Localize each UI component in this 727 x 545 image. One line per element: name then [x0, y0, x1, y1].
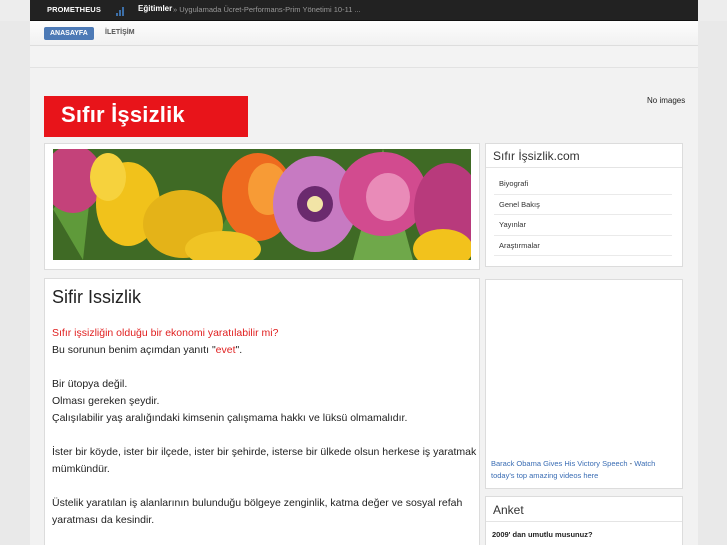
sidebar-item-biyografi[interactable]: Biyografi: [494, 174, 672, 195]
answer-suffix: ".: [235, 344, 243, 356]
sidebar-item-arastirmalar[interactable]: Araştırmalar: [494, 236, 672, 256]
article-line: Üstelik yaratılan iş alanlarının bulundu…: [52, 497, 463, 509]
main-nav: ANASAYFA İLETİŞİM: [30, 21, 698, 46]
article-line: Bir ütopya değil.: [52, 378, 128, 390]
article-body: Sıfır işsizliğin olduğu bir ekonomi yara…: [52, 325, 477, 529]
banner-panel: [44, 143, 480, 270]
content-panel: Sifir Issizlik Sıfır işsizliğin olduğu b…: [44, 278, 480, 545]
ticker-text[interactable]: » Uygulamada Ücret-Performans-Prim Yönet…: [173, 5, 361, 14]
nav-contact-link[interactable]: İLETİŞİM: [105, 29, 135, 36]
sidebar-menu-panel: Sıfır İşsizlik.com Biyografi Genel Bakış…: [485, 143, 683, 267]
article-line: Çalışılabilir yaş aralığındaki kimsenin …: [52, 412, 408, 424]
sidebar-item-genel-bakis[interactable]: Genel Bakış: [494, 195, 672, 215]
rss-icon: [116, 7, 126, 16]
article-line: yaratması da kesindir.: [52, 514, 155, 526]
top-bar-inner: PROMETHEUS Eğitimler » Uygulamada Ücret-…: [30, 0, 698, 21]
tulips-banner-image: [53, 149, 471, 260]
article-question: Sıfır işsizliğin olduğu bir ekonomi yara…: [52, 327, 279, 339]
poll-question: 2009' dan umutlu musunuz?: [492, 530, 593, 539]
nav-home-button[interactable]: ANASAYFA: [44, 27, 94, 40]
site-brand[interactable]: PROMETHEUS: [47, 5, 101, 14]
article-line: Olması gereken şeydir.: [52, 395, 160, 407]
no-images-text: No images: [647, 96, 686, 105]
sidebar-menu: Biyografi Genel Bakış Yayınlar Araştırma…: [494, 174, 672, 256]
article-answer-line: Bu sorunun benim açımdan yanıtı "evet".: [52, 344, 243, 356]
video-panel: Barack Obama Gives His Victory Speech - …: [485, 279, 683, 489]
poll-panel: Anket 2009' dan umutlu musunuz?: [485, 496, 683, 545]
sidebar-title: Sıfır İşsizlik.com: [493, 149, 580, 163]
sidebar-item-yayinlar[interactable]: Yayınlar: [494, 215, 672, 236]
poll-title: Anket: [493, 503, 524, 517]
answer-evet: evet: [215, 344, 236, 356]
ticker-title[interactable]: Eğitimler: [138, 4, 172, 13]
tulips-illustration: [53, 149, 471, 260]
sub-bar: [30, 46, 698, 68]
logo-text: Sıfır İşsizlik: [61, 102, 185, 127]
video-caption: Barack Obama Gives His Victory Speech - …: [491, 458, 677, 482]
page-title: Sifir Issizlik: [52, 287, 141, 307]
article-line: mümkündür.: [52, 463, 110, 475]
top-bar: PROMETHEUS Eğitimler » Uygulamada Ücret-…: [0, 0, 727, 21]
answer-prefix: Bu sorunun benim açımdan yanıtı: [52, 344, 212, 356]
article-line: İster bir köyde, ister bir ilçede, ister…: [52, 446, 477, 458]
video-link[interactable]: Barack Obama Gives His Victory Speech: [491, 459, 628, 468]
site-logo[interactable]: Sıfır İşsizlik: [44, 96, 248, 137]
